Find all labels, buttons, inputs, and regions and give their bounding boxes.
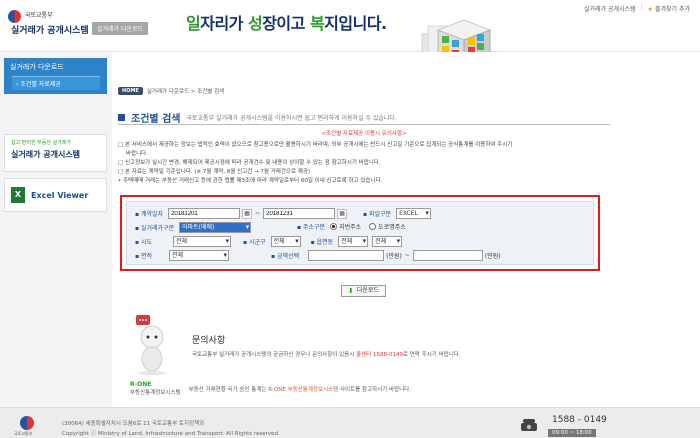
file-type-select[interactable]: EXCEL <box>396 208 431 219</box>
section-tag: 실거래가 다운로드 <box>92 22 149 35</box>
addr-type-label: 주소구분 <box>297 222 325 231</box>
top-links: 실거래가 공개시스템 | ★ 즐겨찾기 추가 <box>584 4 690 13</box>
price-max-input[interactable] <box>412 250 483 261</box>
notice-line: 바랍니다. <box>126 151 148 157</box>
excel-viewer-banner[interactable]: X Excel Viewer <box>4 178 107 212</box>
file-type-row: 파일구분 EXCEL <box>363 208 431 219</box>
notice-line: □ 본 서비스에서 제공하는 정보는 법적인 효력이 없으므로 참고용으로만 활… <box>118 142 513 148</box>
footer-ministry: 국토교통부 <box>14 431 33 436</box>
sigungu-select[interactable]: 전체 <box>270 236 301 247</box>
calendar-icon[interactable]: ▦ <box>337 208 348 219</box>
download-icon: ⬇ <box>348 287 354 295</box>
system-title: 실거래가 공개시스템 <box>11 26 89 36</box>
area-row: 면적 전체 금액선택 (만원) ~ (만원) <box>135 250 501 261</box>
government-emblem-icon <box>8 10 21 23</box>
notice-section: <조건별 자료제공 이용시 유의사항> □ 본 서비스에서 제공하는 정보는 법… <box>118 129 610 186</box>
area-label: 면적 <box>135 251 152 260</box>
telephone-icon <box>521 419 537 431</box>
sidebar-item-conditional-data[interactable]: › 조건별 자료제공 <box>12 76 100 90</box>
dong-select-2[interactable]: 전체 <box>372 236 403 247</box>
ministry-name: 국토교통부 <box>25 12 53 19</box>
footer: 국토교통부 (30064) 세종특별자치시 도움6로 11 국토교통부 토지정책… <box>0 407 700 438</box>
dong-label: 읍면동 <box>311 237 334 246</box>
rone-notice: R-ONE 부동산통계정보시스템 부동산 거래현황 국가 승인 통계는 R-ONE… <box>130 381 411 396</box>
price-min-input[interactable] <box>308 250 385 261</box>
system-banner[interactable]: 쉽고 편리한 부동산 실거래가 실거래가 공개시스템 <box>4 134 107 172</box>
deal-type-select[interactable]: 아파트(매매) <box>179 222 252 233</box>
type-row: 실거래가구분 아파트(매매) <box>135 222 252 233</box>
home-link[interactable]: HOME <box>118 87 143 95</box>
breadcrumb-path: 실거래가 다운로드 > 조건별 검색 <box>146 89 225 95</box>
rone-link[interactable]: R-ONE 부동산통계정보시스템 <box>268 387 338 393</box>
title-bullet-icon <box>118 114 125 121</box>
notice-title: <조건별 자료제공 이용시 유의사항> <box>321 131 407 137</box>
footer-copyright: Copyright ⓒ Ministry of Land, Infrastruc… <box>62 431 280 437</box>
footer-phone: 1588 - 0149 <box>552 415 607 425</box>
sido-label: 시도 <box>135 237 152 246</box>
star-icon: ★ <box>647 6 654 13</box>
divider <box>118 124 610 125</box>
notice-line: • 주택매매 거래는 부동산 거래신고 등에 관한 법률 제3조에 따라 계약일… <box>118 178 383 184</box>
footer-address: (30064) 세종특별자치시 도움6로 11 국토교통부 토지정책과 <box>62 421 205 427</box>
deal-type-label: 실거래가구분 <box>135 223 174 232</box>
inquiry-title: 문의사항 <box>192 336 226 346</box>
sigungu-label: 시군구 <box>243 237 266 246</box>
top-link-system[interactable]: 실거래가 공개시스템 <box>584 4 636 13</box>
callcenter-number: 콜센터 1588-0149 <box>356 352 403 358</box>
region-row: 시도 전체 시군구 전체 읍면동 전체 전체 <box>135 236 403 247</box>
addr-radio-jibun[interactable]: 지번주소 <box>330 222 361 231</box>
price-label: 금액선택 <box>271 251 299 260</box>
download-button[interactable]: ⬇ 다운로드 <box>341 285 386 297</box>
sido-select[interactable]: 전체 <box>173 236 232 247</box>
slogan: 일자리가 성장이고 복지입니다. <box>186 14 387 33</box>
bookmark-link[interactable]: ★ 즐겨찾기 추가 <box>648 4 690 13</box>
file-type-label: 파일구분 <box>363 209 391 218</box>
search-form: 계약일자 ▦ ~ ▦ 파일구분 EXCEL 실거래가구분 아파트(매매) 주소구… <box>120 195 600 271</box>
main-content: HOME 실거래가 다운로드 > 조건별 검색 조건별 검색 국토교통부 실거래… <box>112 52 700 407</box>
inquiry-section: 문의사항 국토교통부 실거래가 공개시스템의 궁금하신 경우나 문의사항이 있음… <box>132 315 602 377</box>
date-from-input[interactable] <box>168 208 241 219</box>
contract-date-row: 계약일자 ▦ ~ ▦ <box>135 208 348 219</box>
page-title: 조건별 검색 국토교통부 실거래가 공개시스템을 이용하시면 쉽고 편리하게 이… <box>118 110 397 125</box>
sidebar-menu: 실거래가 다운로드 › 조건별 자료제공 <box>4 58 107 94</box>
header: 국토교통부 실거래가 공개시스템 실거래가 다운로드 일자리가 성장이고 복지입… <box>0 0 700 75</box>
footer-hours: 09:00 ~ 18:00 <box>548 429 596 437</box>
addr-row: 주소구분 지번주소 도로명주소 <box>297 222 406 231</box>
rone-text: 부동산 거래현황 국가 승인 통계는 R-ONE 부동산통계정보시스템 사이트를… <box>188 386 411 393</box>
sidebar: 실거래가 다운로드 › 조건별 자료제공 쉽고 편리한 부동산 실거래가 실거래… <box>4 58 107 212</box>
inquiry-text: 국토교통부 실거래가 공개시스템의 궁금하신 경우나 문의사항이 있음시 콜센터… <box>192 352 461 358</box>
contract-date-label: 계약일자 <box>135 209 163 218</box>
government-emblem-icon <box>20 416 34 430</box>
sidebar-title: 실거래가 다운로드 <box>10 63 64 71</box>
calendar-icon[interactable]: ▦ <box>242 208 253 219</box>
page-description: 국토교통부 실거래가 공개시스템을 이용하시면 쉽고 편리하게 이용하실 수 있… <box>186 115 397 122</box>
notice-line: □ 본 자료는 계약일 기준입니다. (※ 7월 계약, 8월 신고건 → 7월… <box>118 169 311 175</box>
date-to-input[interactable] <box>263 208 336 219</box>
dong-select[interactable]: 전체 <box>338 236 369 247</box>
rone-logo[interactable]: R-ONE 부동산통계정보시스템 <box>130 381 181 396</box>
page: 국토교통부 실거래가 공개시스템 실거래가 다운로드 일자리가 성장이고 복지입… <box>0 0 700 438</box>
mascot-icon <box>136 315 166 375</box>
excel-icon: X <box>11 187 29 203</box>
addr-radio-road[interactable]: 도로명주소 <box>369 222 406 231</box>
notice-line: □ 신고정보가 실시간 변경, 해제되어 제공시점에 따라 공개건수 및 내용이… <box>118 160 381 166</box>
breadcrumb: HOME 실거래가 다운로드 > 조건별 검색 <box>118 87 224 95</box>
area-select[interactable]: 전체 <box>169 250 230 261</box>
